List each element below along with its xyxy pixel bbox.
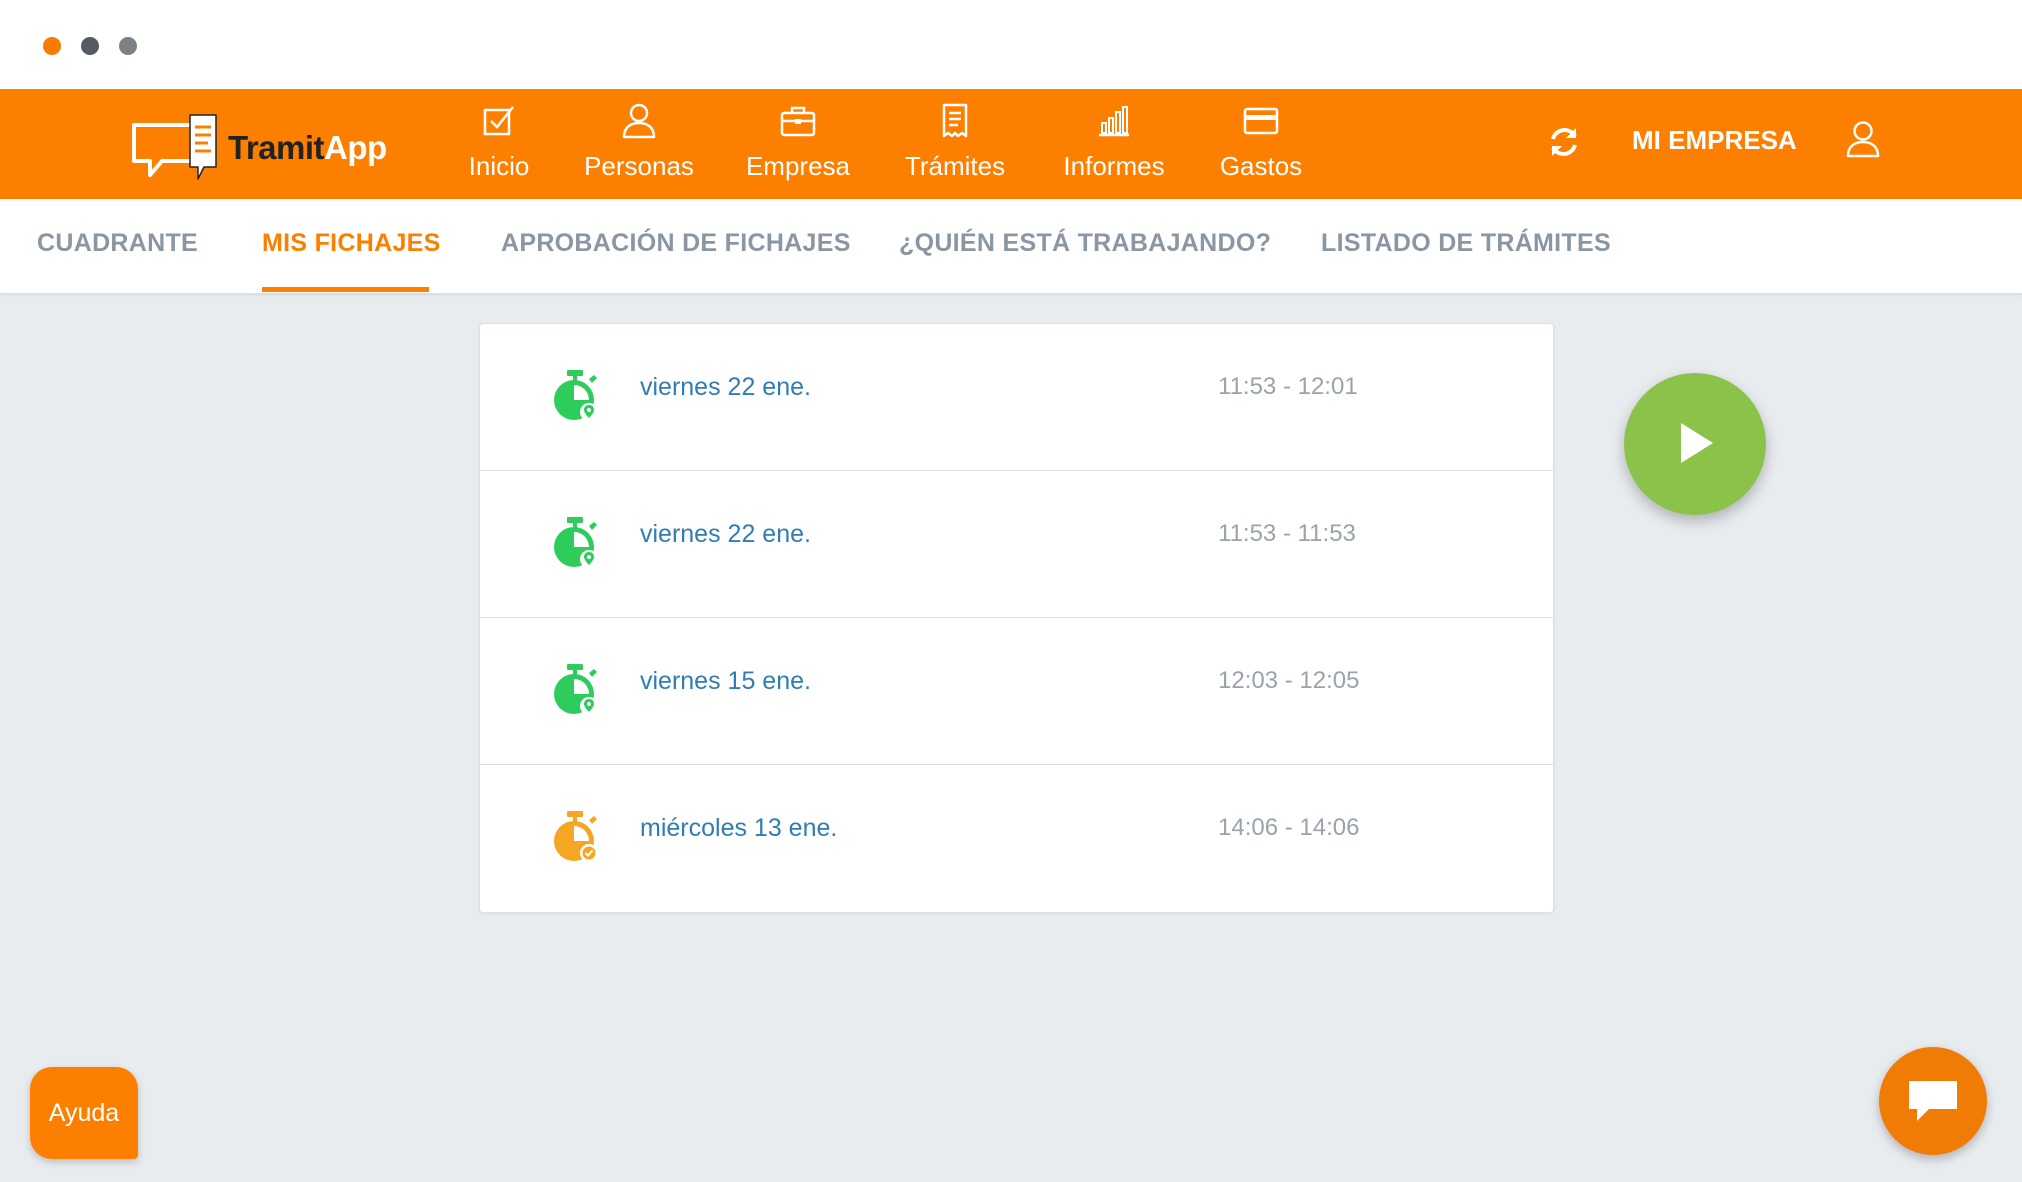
fichaje-time: 11:53 - 11:53 <box>1218 520 1356 547</box>
logo-speech-bubble-icon <box>132 114 217 180</box>
fichaje-date: viernes 22 ene. <box>640 373 811 401</box>
fichajes-list: viernes 22 ene. 11:53 - 12:01 viernes 22… <box>479 323 1554 913</box>
chat-launcher-button[interactable] <box>1879 1047 1987 1155</box>
fichaje-row[interactable]: viernes 15 ene. 12:03 - 12:05 <box>480 618 1553 765</box>
tab-aprobacion-de-fichajes[interactable]: APROBACIÓN DE FICHAJES <box>501 229 851 258</box>
help-button[interactable]: Ayuda <box>30 1067 138 1159</box>
active-tab-indicator <box>262 287 429 292</box>
fichaje-time: 14:06 - 14:06 <box>1218 814 1360 841</box>
nav-label-inicio: Inicio <box>468 151 530 181</box>
start-timer-button[interactable] <box>1624 373 1766 515</box>
fichaje-row[interactable]: viernes 22 ene. 11:53 - 11:53 <box>480 471 1553 618</box>
chat-icon <box>1909 1081 1957 1121</box>
nav-label-tramites: Trámites <box>904 151 1006 181</box>
credit-card-icon <box>1243 107 1279 135</box>
fichaje-date: viernes 22 ene. <box>640 520 811 548</box>
nav-item-gastos[interactable]: Gastos <box>1218 101 1304 191</box>
fichaje-time: 11:53 - 12:01 <box>1218 373 1358 400</box>
stopwatch-location-icon <box>554 370 598 421</box>
fichaje-row[interactable]: miércoles 13 ene. 14:06 - 14:06 <box>480 765 1553 911</box>
brand-logo[interactable]: TramitApp <box>128 103 388 185</box>
nav-label-empresa: Empresa <box>745 151 851 181</box>
stopwatch-location-icon <box>554 517 598 568</box>
fichaje-date: miércoles 13 ene. <box>640 814 838 842</box>
brand-name: TramitApp <box>228 129 387 167</box>
nav-item-inicio[interactable]: Inicio <box>458 101 540 191</box>
person-icon <box>622 103 656 139</box>
nav-item-empresa[interactable]: Empresa <box>742 101 854 191</box>
tab-listado-de-tramites[interactable]: LISTADO DE TRÁMITES <box>1321 229 1611 258</box>
brand-name-part1: Tramit <box>228 129 325 166</box>
checkbox-icon <box>483 106 514 136</box>
tab-cuadrante[interactable]: CUADRANTE <box>37 229 198 258</box>
receipt-icon <box>942 103 968 138</box>
refresh-icon[interactable] <box>1545 123 1583 161</box>
stopwatch-location-icon <box>554 664 598 715</box>
user-icon[interactable] <box>1845 119 1881 159</box>
fichaje-time: 12:03 - 12:05 <box>1218 667 1360 694</box>
nav-label-gastos: Gastos <box>1219 151 1303 181</box>
nav-label-personas: Personas <box>584 151 694 181</box>
nav-item-informes[interactable]: Informes <box>1058 101 1170 191</box>
fichaje-date: viernes 15 ene. <box>640 667 811 695</box>
nav-item-personas[interactable]: Personas <box>582 101 696 191</box>
brand-name-part2: App <box>324 129 387 166</box>
window-minimize-button[interactable] <box>81 37 99 55</box>
top-navbar: TramitApp Inicio Personas Empresa Trámit… <box>0 89 2022 199</box>
fichaje-row[interactable]: viernes 22 ene. 11:53 - 12:01 <box>480 324 1553 471</box>
subtab-bar: CUADRANTE MIS FICHAJES APROBACIÓN DE FIC… <box>0 199 2022 293</box>
window-titlebar <box>0 0 2022 89</box>
bar-chart-icon <box>1099 106 1129 137</box>
window-maximize-button[interactable] <box>119 37 137 55</box>
company-menu[interactable]: MI EMPRESA <box>1632 125 1797 156</box>
tab-mis-fichajes[interactable]: MIS FICHAJES <box>262 229 441 258</box>
tab-quien-esta-trabajando[interactable]: ¿QUIÉN ESTÁ TRABAJANDO? <box>899 229 1271 258</box>
window-close-button[interactable] <box>43 37 61 55</box>
nav-label-informes: Informes <box>1063 151 1165 181</box>
briefcase-icon <box>780 106 816 137</box>
nav-item-tramites[interactable]: Trámites <box>900 101 1010 191</box>
play-icon <box>1681 423 1713 463</box>
stopwatch-check-icon <box>554 811 598 862</box>
